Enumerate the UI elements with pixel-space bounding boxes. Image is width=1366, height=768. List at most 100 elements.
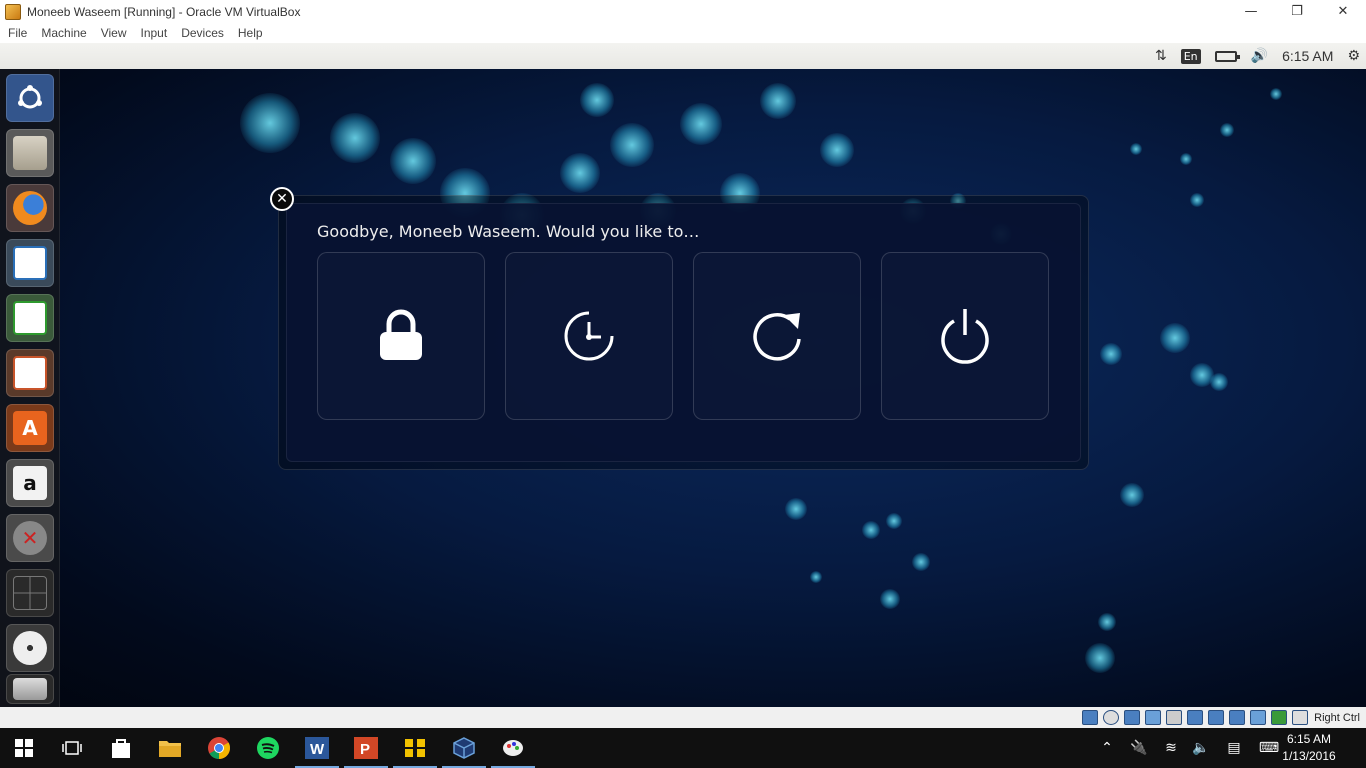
dialog-title: Goodbye, Moneeb Waseem. Would you like t… (317, 222, 700, 241)
taskbar-archive-tool[interactable] (391, 728, 439, 768)
svg-text:P: P (360, 741, 370, 758)
tray-wifi-icon[interactable]: ≋ (1160, 728, 1182, 768)
keyboard-lang-label: En (1180, 48, 1201, 64)
calc-spreadsheet-icon (13, 301, 47, 335)
trash-icon (13, 678, 47, 700)
word-icon: W (305, 737, 329, 759)
dialog-close-icon[interactable]: ✕ (270, 187, 294, 211)
shutdown-button[interactable] (881, 252, 1049, 420)
keyboard-layout-indicator[interactable]: En (1180, 48, 1201, 64)
taskbar-powerpoint[interactable]: P (342, 728, 390, 768)
tray-show-hidden-icon[interactable]: ⌃ (1096, 728, 1118, 768)
cpu-status-icon[interactable] (1250, 710, 1267, 725)
file-cabinet-icon (13, 136, 47, 170)
launcher-item-amazon[interactable]: a (6, 459, 54, 507)
suspend-clock-icon (564, 311, 614, 361)
sound-indicator-icon[interactable]: 🔊 (1251, 48, 1268, 64)
menu-file[interactable]: File (8, 26, 27, 40)
folder-icon (159, 741, 181, 757)
launcher-item-workspace-switcher[interactable] (6, 569, 54, 617)
task-view-button[interactable] (48, 728, 96, 768)
optical-drive-status-icon[interactable] (1103, 710, 1120, 725)
paint-palette-icon (503, 740, 523, 756)
launcher-item-dvd[interactable] (6, 624, 54, 672)
host-key-label: Right Ctrl (1314, 711, 1360, 724)
taskbar-clock[interactable]: 6:15 AM 1/13/2016 (1274, 731, 1344, 765)
settings-wrench-icon: ✕ (13, 521, 47, 555)
ubuntu-logo-icon (13, 81, 47, 115)
archive-tool-icon (405, 739, 425, 757)
menu-help[interactable]: Help (238, 26, 263, 40)
store-bag-icon (112, 739, 130, 758)
launcher-item-system-settings[interactable]: ✕ (6, 514, 54, 562)
taskbar-paint[interactable] (489, 728, 537, 768)
menu-machine[interactable]: Machine (41, 26, 86, 40)
launcher-item-dash[interactable] (6, 74, 54, 122)
vbox-titlebar: Moneeb Waseem [Running] - Oracle VM Virt… (0, 0, 1366, 23)
tray-volume-icon[interactable]: 🔈 (1190, 728, 1212, 768)
tray-notifications-icon[interactable]: ▤ (1223, 728, 1245, 768)
lock-button[interactable] (317, 252, 485, 420)
ubuntu-top-panel: ⇅ En 🔊 6:15 AM ⚙ (0, 43, 1366, 69)
taskbar-clock-time: 6:15 AM (1286, 732, 1332, 746)
svg-text:W: W (310, 741, 325, 758)
shared-folders-status-icon[interactable] (1187, 710, 1204, 725)
menu-input[interactable]: Input (141, 26, 168, 40)
network-status-icon[interactable] (1145, 710, 1162, 725)
firefox-icon (13, 191, 47, 225)
network-indicator-icon[interactable]: ⇅ (1155, 48, 1167, 64)
chrome-icon (208, 737, 230, 759)
tray-power-icon[interactable]: 🔌 (1128, 728, 1150, 768)
launcher-item-writer[interactable] (6, 239, 54, 287)
usb-status-icon[interactable] (1166, 710, 1183, 725)
window-title: Moneeb Waseem [Running] - Oracle VM Virt… (27, 4, 301, 19)
launcher-item-software-center[interactable]: A (6, 404, 54, 452)
vbox-menubar: File Machine View Input Devices Help (0, 23, 1366, 43)
taskbar-store[interactable] (97, 728, 145, 768)
vbox-statusbar: Right Ctrl (0, 707, 1366, 728)
restore-button[interactable]: ❐ (1274, 0, 1320, 23)
suspend-button[interactable] (505, 252, 673, 420)
virtualbox-app-icon (5, 3, 21, 20)
taskbar-virtualbox[interactable] (440, 728, 488, 768)
launcher-item-trash[interactable] (6, 674, 54, 704)
close-button[interactable]: ✕ (1320, 0, 1366, 23)
spotify-icon (257, 737, 279, 759)
launcher-item-impress[interactable] (6, 349, 54, 397)
battery-indicator-icon[interactable] (1214, 50, 1240, 62)
audio-status-icon[interactable] (1124, 710, 1141, 725)
restart-button[interactable] (693, 252, 861, 420)
launcher-item-files[interactable] (6, 129, 54, 177)
session-gear-icon[interactable]: ⚙ (1347, 48, 1360, 64)
optical-disc-icon (13, 631, 47, 665)
hard-disk-status-icon[interactable] (1082, 710, 1099, 725)
windows-logo-icon (15, 739, 33, 757)
writer-document-icon (13, 246, 47, 280)
restart-arrow-icon (753, 313, 801, 361)
powerpoint-icon: P (354, 737, 378, 759)
start-button[interactable] (0, 728, 48, 768)
display-status-icon[interactable] (1208, 710, 1225, 725)
taskbar-chrome[interactable] (195, 728, 243, 768)
lock-icon (380, 309, 422, 360)
taskbar-clock-date: 1/13/2016 (1282, 749, 1336, 763)
video-capture-status-icon[interactable] (1229, 710, 1246, 725)
windows-taskbar: W P ⌃ 🔌 ≋ 🔈 ▤ ⌨ 6:15 AM 1/13/2016 (0, 728, 1366, 768)
impress-presentation-icon (13, 356, 47, 390)
keyboard-capture-status-icon[interactable] (1292, 710, 1309, 725)
taskbar-spotify[interactable] (244, 728, 292, 768)
taskbar-word[interactable]: W (293, 728, 341, 768)
window-controls: — ❐ ✕ (1228, 0, 1366, 23)
minimize-button[interactable]: — (1228, 0, 1274, 23)
taskbar-file-explorer[interactable] (146, 728, 194, 768)
shopping-bag-icon: A (13, 411, 47, 445)
menu-devices[interactable]: Devices (181, 26, 224, 40)
task-view-icon (62, 741, 82, 755)
amazon-icon: a (13, 466, 47, 500)
panel-clock[interactable]: 6:15 AM (1282, 48, 1333, 64)
launcher-item-firefox[interactable] (6, 184, 54, 232)
mouse-integration-status-icon[interactable] (1271, 710, 1288, 725)
menu-view[interactable]: View (101, 26, 127, 40)
launcher-item-calc[interactable] (6, 294, 54, 342)
power-icon (941, 309, 989, 364)
